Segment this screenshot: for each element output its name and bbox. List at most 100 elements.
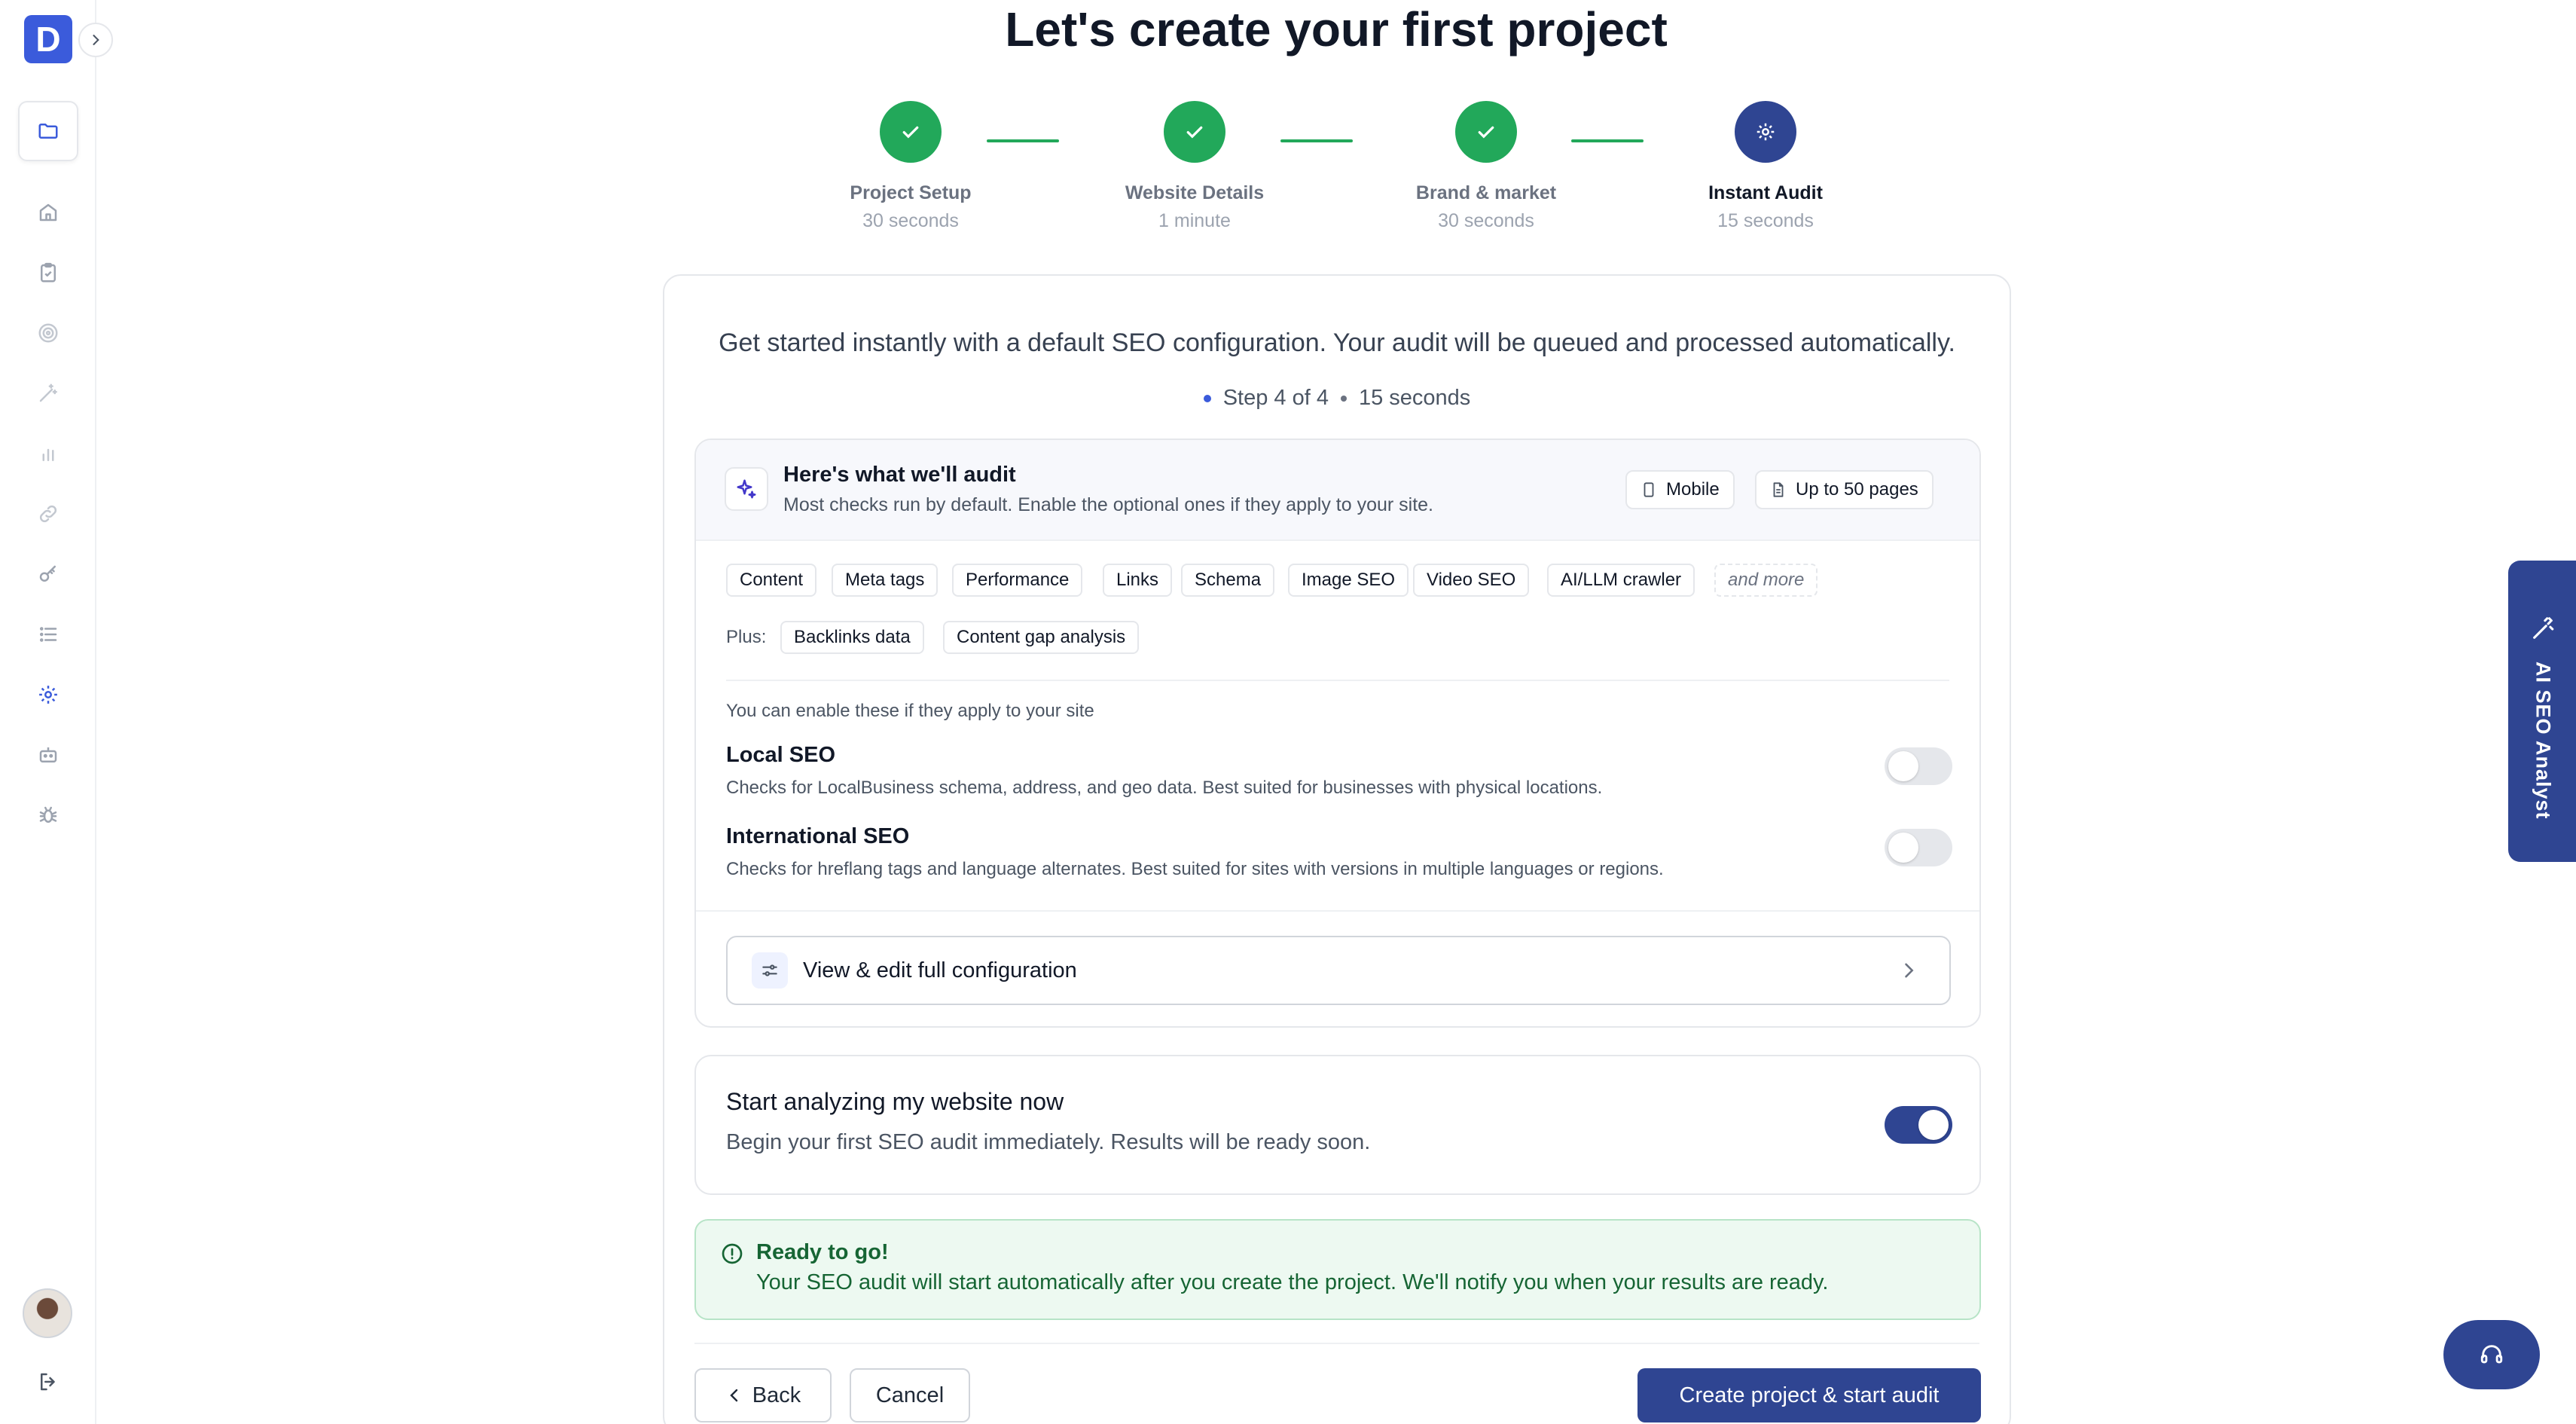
home-icon [39, 203, 57, 222]
international-seo-desc: Checks for hreflang tags and language al… [726, 859, 1664, 879]
view-edit-configuration-button[interactable]: View & edit full configuration [726, 936, 1951, 1005]
sidebar: D [0, 0, 96, 1424]
sliders-icon-box [752, 952, 788, 989]
robot-icon [39, 747, 57, 762]
chevron-right-icon [93, 35, 99, 45]
step-connector [1571, 139, 1644, 142]
create-project-button[interactable]: Create project & start audit [1637, 1368, 1981, 1422]
extra-chip: Content gap analysis [943, 621, 1140, 654]
check-icon [902, 126, 919, 139]
step-complete-badge [880, 101, 942, 163]
audit-scope-subtitle: Most checks run by default. Enable the o… [783, 494, 1434, 515]
step-website-details: Website Details 1 minute [1082, 101, 1308, 232]
sidebar-item-home[interactable] [30, 194, 66, 231]
international-seo-title: International SEO [726, 824, 910, 848]
step-dot [1203, 394, 1211, 402]
audit-scope-title: Here's what we'll audit [783, 463, 1016, 487]
more-checks-chip: and more [1714, 564, 1818, 597]
sidebar-item-links[interactable] [30, 496, 66, 532]
sidebar-item-bots[interactable] [30, 737, 66, 773]
step-duration: 15 seconds [1358, 386, 1471, 410]
back-button[interactable]: Back [694, 1368, 832, 1422]
key-icon [39, 565, 56, 582]
audit-setup-card: Get started instantly with a default SEO… [663, 274, 2011, 1424]
sidebar-item-crawler[interactable] [30, 797, 66, 833]
check-icon [1186, 126, 1203, 139]
divider [696, 910, 1979, 912]
page-title: Let's create your first project [1005, 2, 1668, 57]
check-chip: Video SEO [1413, 564, 1530, 597]
check-chip: Schema [1181, 564, 1275, 597]
step-project-setup: Project Setup 30 seconds [798, 101, 1024, 232]
check-chip: Image SEO [1288, 564, 1409, 597]
step-time: 30 seconds [1438, 210, 1534, 231]
support-chat-button[interactable] [2443, 1320, 2540, 1389]
sparkle-icon-box [725, 467, 768, 511]
device-badge: Mobile [1625, 470, 1735, 509]
magic-wand-icon [39, 384, 57, 402]
step-current-badge [1735, 101, 1796, 163]
sidebar-item-ai-tools[interactable] [30, 375, 66, 411]
local-seo-toggle[interactable] [1885, 747, 1952, 785]
check-chip: Content [726, 564, 817, 597]
step-time: 15 seconds [1717, 210, 1814, 231]
chevron-left-icon [730, 1389, 737, 1402]
international-seo-toggle[interactable] [1885, 829, 1952, 866]
ai-seo-analyst-label: AI SEO Analyst [2532, 662, 2555, 820]
page-limit-badge: Up to 50 pages [1755, 470, 1934, 509]
audit-scope-card: Here's what we'll audit Most checks run … [694, 439, 1981, 1028]
device-label: Mobile [1666, 479, 1720, 500]
sidebar-item-keywords[interactable] [30, 556, 66, 592]
gear-icon [1757, 123, 1775, 141]
sidebar-expand-button[interactable] [78, 23, 113, 57]
ready-notice: Ready to go! Your SEO audit will start a… [694, 1219, 1981, 1320]
app-logo[interactable]: D [24, 15, 72, 63]
logout-icon [41, 1373, 55, 1391]
sidebar-item-tracking[interactable] [30, 315, 66, 351]
local-seo-desc: Checks for LocalBusiness schema, address… [726, 778, 1603, 798]
step-indicator: Step 4 of 4 15 seconds [664, 386, 2010, 411]
plus-label: Plus: [726, 627, 767, 647]
sidebar-item-projects[interactable] [18, 101, 78, 161]
document-icon [1773, 482, 1784, 497]
start-analysis-toggle[interactable] [1885, 1106, 1952, 1144]
step-time: 30 seconds [862, 210, 959, 231]
check-chip: AI/LLM crawler [1547, 564, 1695, 597]
step-instant-audit: Instant Audit 15 seconds [1653, 101, 1879, 232]
local-seo-title: Local SEO [726, 743, 836, 767]
logout-button[interactable] [30, 1364, 66, 1400]
magic-wand-icon [2533, 617, 2554, 639]
sidebar-item-settings[interactable] [30, 677, 66, 713]
check-chip: Meta tags [832, 564, 939, 597]
sidebar-item-analytics[interactable] [30, 435, 66, 472]
step-name: Instant Audit [1708, 182, 1823, 203]
sidebar-item-list[interactable] [30, 616, 66, 652]
audit-scope-header: Here's what we'll audit Most checks run … [696, 440, 1979, 541]
toggle-knob [1888, 751, 1918, 781]
divider [694, 1343, 1979, 1344]
step-connector [987, 139, 1059, 142]
toggle-knob [1888, 833, 1918, 863]
ai-seo-analyst-tab[interactable]: AI SEO Analyst [2508, 561, 2576, 862]
step-name: Brand & market [1415, 182, 1557, 203]
optional-checks-heading: You can enable these if they apply to yo… [726, 701, 1094, 721]
clipboard-check-icon [41, 262, 56, 283]
check-chip: Links [1103, 564, 1173, 597]
sidebar-item-tasks[interactable] [30, 255, 66, 291]
cancel-button[interactable]: Cancel [850, 1368, 970, 1422]
avatar[interactable] [23, 1288, 72, 1338]
sparkle-icon [737, 479, 756, 499]
info-icon [722, 1243, 743, 1264]
headset-icon [2480, 1345, 2503, 1364]
step-connector [1280, 139, 1353, 142]
ready-desc: Your SEO audit will start automatically … [756, 1270, 1829, 1294]
start-analysis-desc: Begin your first SEO audit immediately. … [726, 1130, 1371, 1154]
ready-title: Ready to go! [756, 1240, 889, 1264]
separator-dot [1340, 395, 1347, 402]
page-limit-label: Up to 50 pages [1796, 479, 1918, 500]
step-name: Website Details [1125, 182, 1265, 203]
bar-chart-icon [42, 448, 54, 461]
check-icon [1478, 126, 1494, 139]
toggle-knob [1918, 1110, 1949, 1140]
step-complete-badge [1164, 101, 1225, 163]
